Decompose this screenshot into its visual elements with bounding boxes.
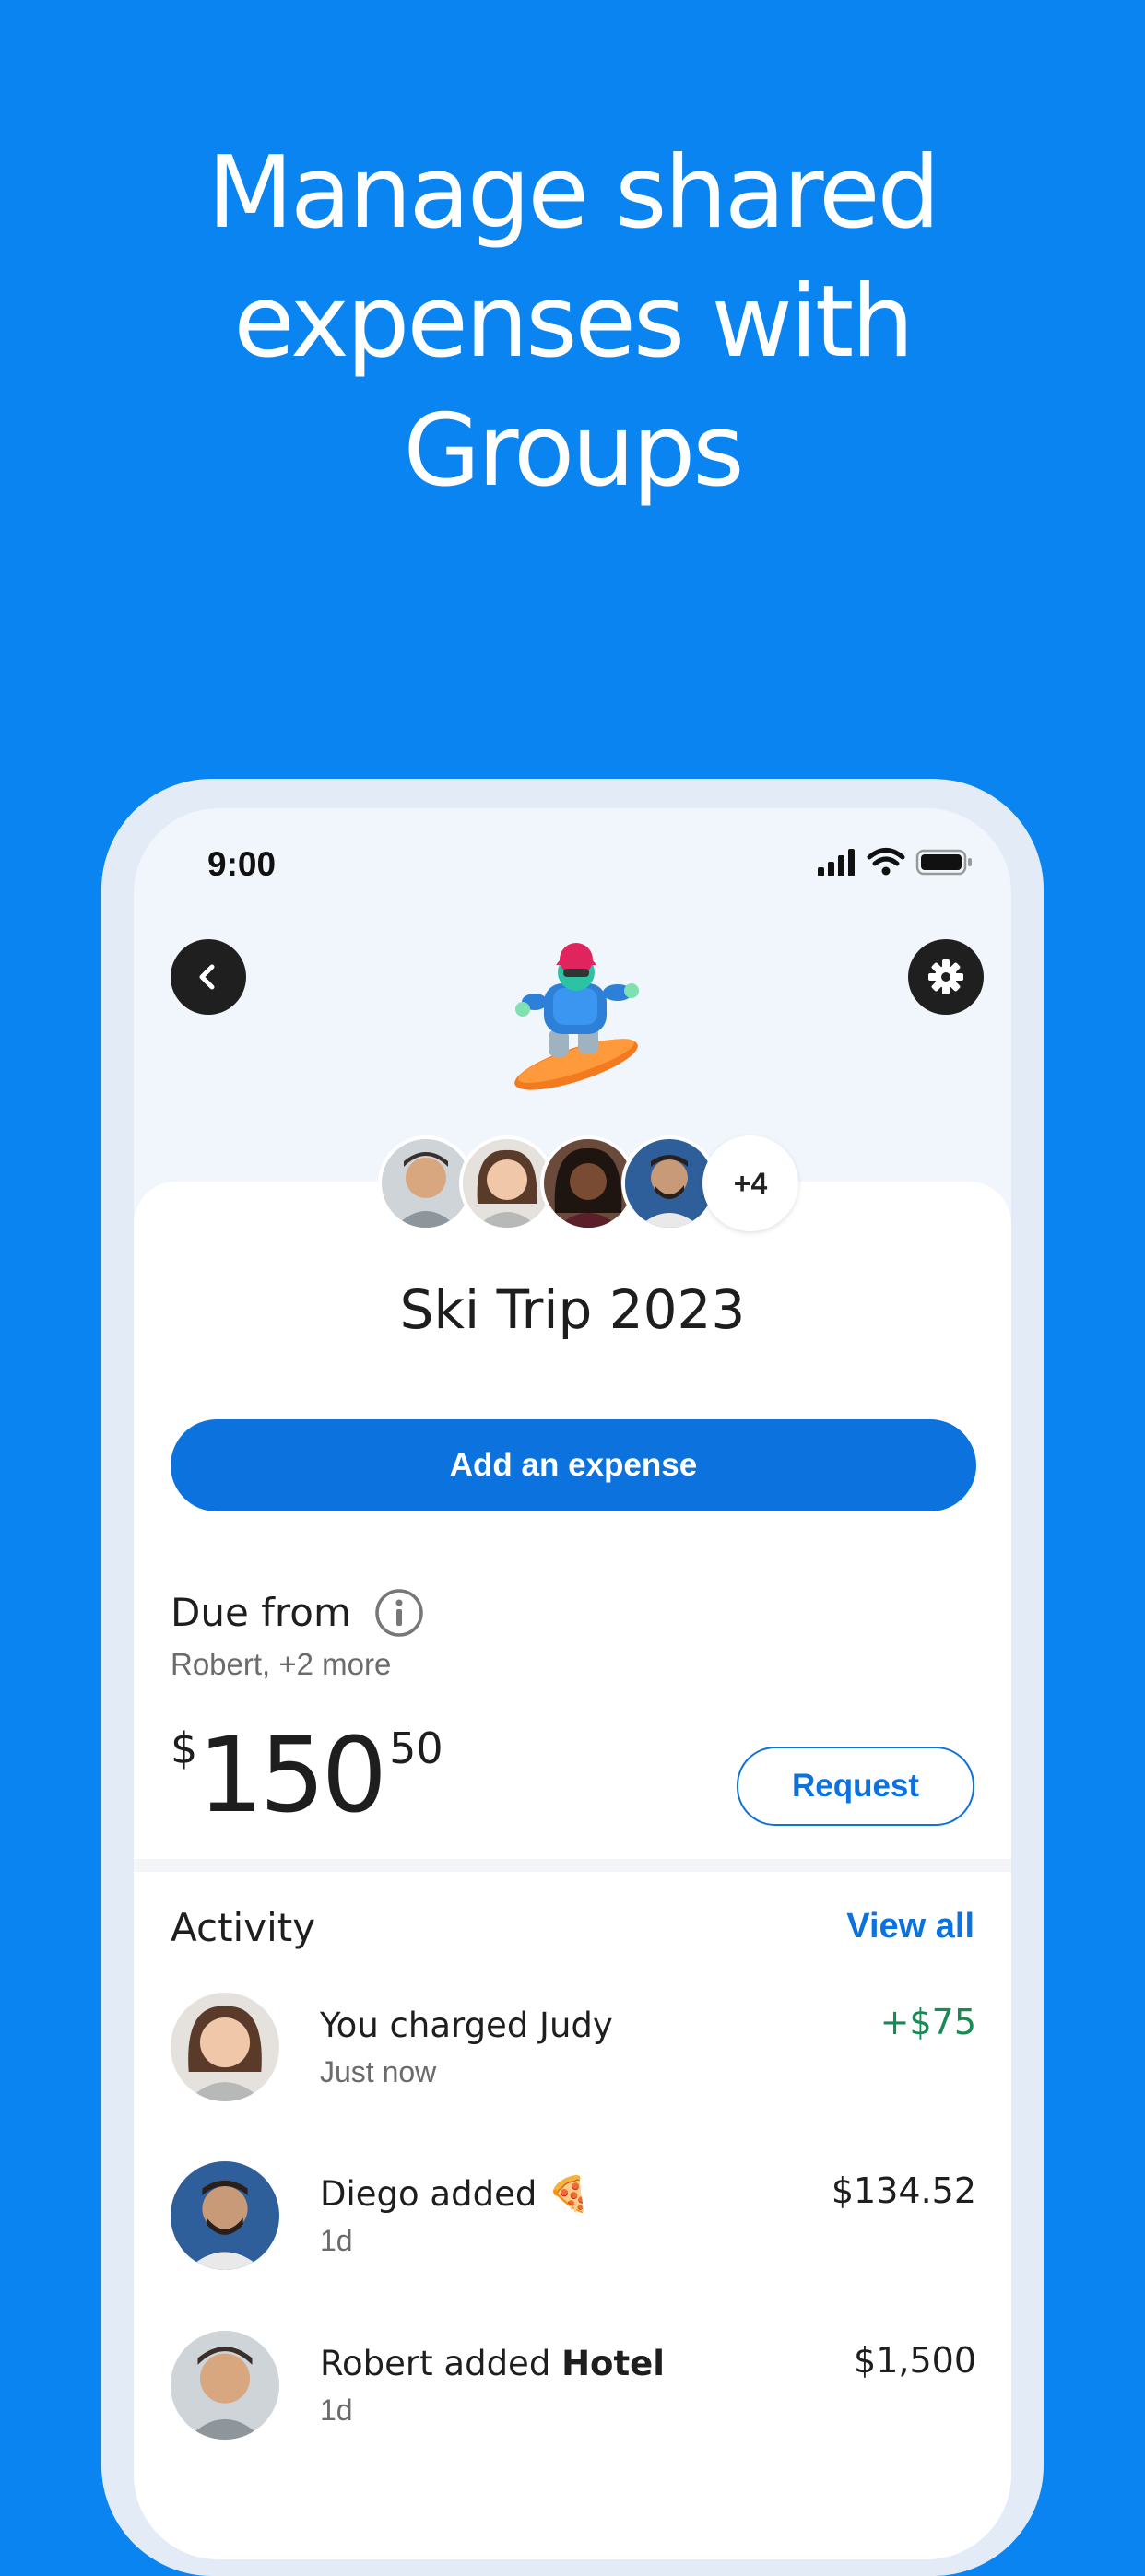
member-photo: [382, 1139, 470, 1228]
activity-item-name: Hotel: [561, 2344, 665, 2383]
activity-text: Robert added: [320, 2344, 562, 2383]
view-all-link[interactable]: View all: [846, 1907, 974, 1947]
status-icons: [818, 848, 972, 876]
wifi-icon: [867, 848, 905, 866]
avatar: [171, 2161, 279, 2270]
signal-icon: [818, 849, 855, 876]
pizza-icon: 🍕: [548, 2174, 591, 2214]
chevron-left-icon: [199, 964, 215, 990]
activity-text: Diego added: [320, 2174, 549, 2214]
group-title: Ski Trip 2023: [399, 1278, 746, 1341]
activity-title-text: Robert added Hotel: [320, 2344, 665, 2383]
headline-line-1: Manage shared: [207, 135, 940, 251]
activity-text: You charged Judy: [320, 2006, 613, 2045]
activity-row[interactable]: Diego added 🍕 1d $134.52: [171, 2161, 976, 2281]
gear-icon: [928, 959, 963, 994]
member-photo: [171, 2331, 279, 2440]
phone-screen: 9:00 +4 Ski Trip 2023 Add an expense Due…: [134, 808, 1011, 2559]
amount-cents: 50: [389, 1723, 443, 1773]
headline: Manage shared expenses with Groups: [0, 129, 1145, 516]
headline-line-3: Groups: [403, 394, 744, 509]
activity-title: Activity: [171, 1905, 316, 1950]
avatar: [171, 2331, 279, 2440]
activity-title-text: Diego added 🍕: [320, 2174, 590, 2215]
snowboarder-icon: [514, 943, 639, 1090]
extra-members-count: +4: [702, 1135, 798, 1231]
due-from-subtitle: Robert, +2 more: [171, 1647, 392, 1681]
activity-row[interactable]: Robert added Hotel 1d $1,500: [171, 2331, 976, 2451]
amount-whole: 150: [197, 1716, 387, 1836]
battery-icon: [915, 849, 972, 876]
headline-line-2: expenses with: [233, 265, 914, 380]
activity-amount: $134.52: [831, 2170, 976, 2211]
activity-time: 1d: [320, 2394, 353, 2427]
settings-button[interactable]: [908, 939, 984, 1015]
activity-time: Just now: [320, 2055, 437, 2088]
back-button[interactable]: [171, 939, 246, 1015]
add-expense-button[interactable]: Add an expense: [171, 1419, 976, 1511]
status-time: 9:00: [207, 845, 277, 883]
member-photo: [544, 1139, 632, 1228]
avatar: [171, 1993, 279, 2101]
section-divider: [134, 1859, 1011, 1872]
activity-row[interactable]: You charged Judy Just now +$75: [171, 1993, 976, 2112]
activity-time: 1d: [320, 2224, 353, 2257]
due-amount: $150 50: [171, 1716, 443, 1836]
member-photo: [171, 1993, 279, 2101]
activity-amount: $1,500: [854, 2340, 976, 2381]
member-photo: [463, 1139, 551, 1228]
activity-title-text: You charged Judy: [320, 2006, 613, 2045]
member-photo: [171, 2161, 279, 2270]
member-photo: [625, 1139, 714, 1228]
amount-currency: $: [171, 1723, 198, 1773]
member-avatars[interactable]: +4: [378, 1135, 798, 1231]
activity-amount: +$75: [879, 2002, 976, 2042]
info-icon[interactable]: [373, 1587, 425, 1639]
request-button[interactable]: Request: [737, 1747, 974, 1826]
due-from-label: Due from: [171, 1590, 351, 1635]
